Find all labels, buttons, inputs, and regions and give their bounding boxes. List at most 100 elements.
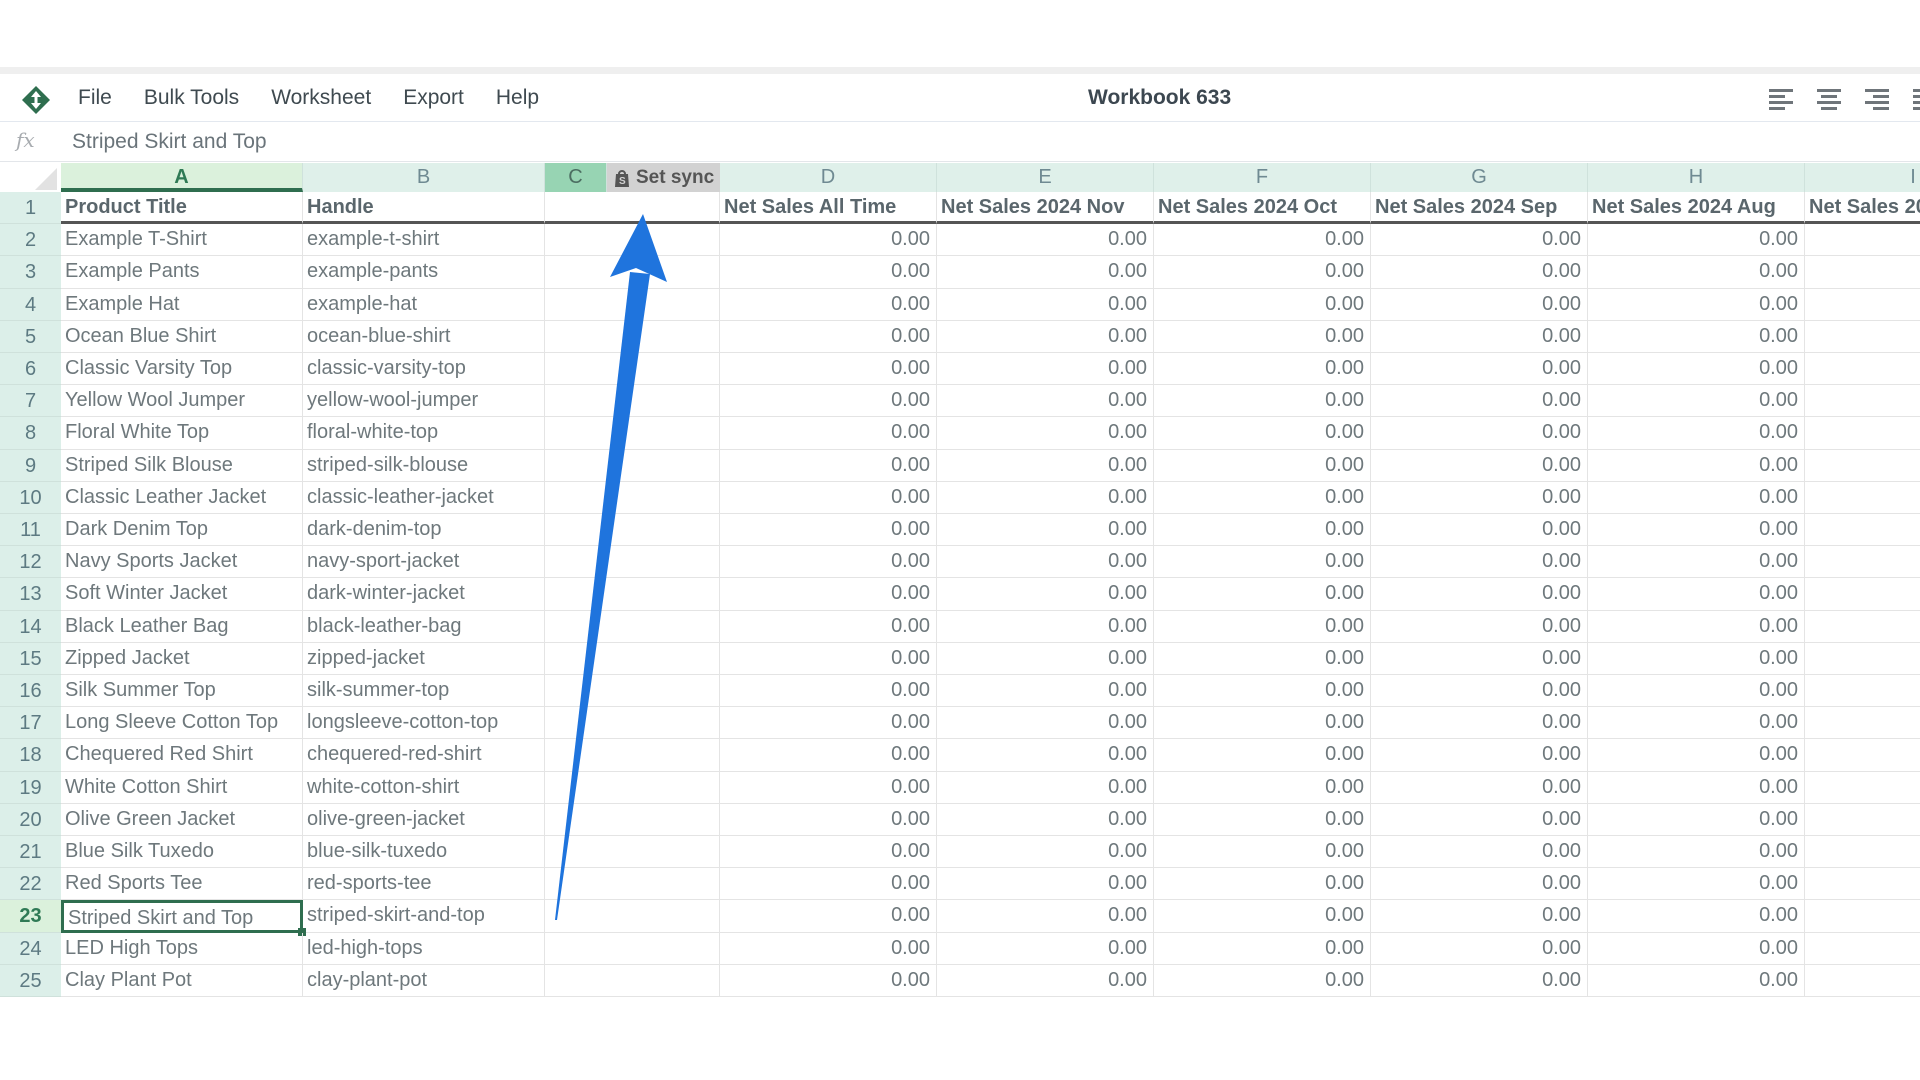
sync-cell[interactable] (545, 385, 720, 418)
set-sync-button[interactable]: S Set sync (607, 163, 720, 192)
product-title-cell[interactable]: Clay Plant Pot (61, 964, 303, 997)
net-sales-cell[interactable]: 0.00 (1154, 481, 1371, 514)
net-sales-cell[interactable] (1805, 514, 1920, 547)
handle-cell[interactable]: yellow-wool-jumper (303, 385, 545, 418)
product-title-cell[interactable]: White Cotton Shirt (61, 771, 303, 804)
sync-cell[interactable] (545, 353, 720, 386)
sync-cell[interactable] (545, 288, 720, 321)
net-sales-cell[interactable]: 0.00 (720, 417, 937, 450)
net-sales-cell[interactable]: 0.00 (937, 320, 1154, 353)
net-sales-cell[interactable]: 0.00 (1154, 771, 1371, 804)
net-sales-cell[interactable]: 0.00 (1371, 964, 1588, 997)
align-left-icon[interactable] (1768, 87, 1794, 111)
sync-cell[interactable] (545, 739, 720, 772)
net-sales-cell[interactable]: 0.00 (1588, 932, 1805, 965)
net-sales-cell[interactable]: 0.00 (1371, 449, 1588, 482)
net-sales-cell[interactable]: 0.00 (937, 417, 1154, 450)
net-sales-cell[interactable]: 0.00 (937, 224, 1154, 257)
handle-cell[interactable]: black-leather-bag (303, 610, 545, 643)
align-justify-icon[interactable] (1912, 87, 1920, 111)
handle-cell[interactable]: red-sports-tee (303, 868, 545, 901)
net-sales-cell[interactable]: 0.00 (1588, 256, 1805, 289)
net-sales-cell[interactable]: 0.00 (937, 449, 1154, 482)
handle-cell[interactable]: led-high-tops (303, 932, 545, 965)
net-sales-cell[interactable]: 0.00 (720, 964, 937, 997)
net-sales-cell[interactable] (1805, 353, 1920, 386)
net-sales-cell[interactable]: 0.00 (1371, 417, 1588, 450)
net-sales-cell[interactable]: 0.00 (1588, 868, 1805, 901)
net-sales-cell[interactable]: 0.00 (1588, 514, 1805, 547)
net-sales-cell[interactable] (1805, 289, 1920, 321)
net-sales-cell[interactable]: 0.00 (1154, 385, 1371, 418)
net-sales-cell[interactable] (1805, 578, 1920, 611)
net-sales-cell[interactable]: 0.00 (1371, 385, 1588, 418)
net-sales-cell[interactable]: 0.00 (937, 707, 1154, 740)
net-sales-cell[interactable]: 0.00 (720, 610, 937, 643)
net-sales-cell[interactable]: 0.00 (937, 481, 1154, 514)
net-sales-cell[interactable]: 0.00 (937, 288, 1154, 321)
product-title-cell[interactable]: Blue Silk Tuxedo (61, 836, 303, 869)
net-sales-cell[interactable]: 0.00 (937, 256, 1154, 289)
net-sales-cell[interactable]: 0.00 (1371, 868, 1588, 901)
sync-cell[interactable] (545, 481, 720, 514)
net-sales-cell[interactable]: 0.00 (1588, 353, 1805, 386)
net-sales-cell[interactable]: 0.00 (1154, 546, 1371, 579)
net-sales-cell[interactable]: 0.00 (937, 353, 1154, 386)
sync-cell[interactable] (545, 642, 720, 675)
row-number[interactable]: 20 (0, 803, 61, 836)
net-sales-cell[interactable]: 0.00 (720, 739, 937, 772)
row-number[interactable]: 14 (0, 610, 61, 643)
handle-cell[interactable]: dark-winter-jacket (303, 578, 545, 611)
net-sales-cell[interactable]: 0.00 (1588, 385, 1805, 418)
net-sales-cell[interactable]: 0.00 (1154, 224, 1371, 257)
sync-cell[interactable] (545, 320, 720, 353)
net-sales-cell[interactable] (1805, 224, 1920, 257)
net-sales-cell[interactable]: 0.00 (720, 546, 937, 579)
row-number[interactable]: 23 (0, 900, 61, 933)
net-sales-cell[interactable]: 0.00 (1371, 288, 1588, 321)
net-sales-cell[interactable]: 0.00 (1154, 288, 1371, 321)
net-sales-cell[interactable]: 0.00 (1588, 610, 1805, 643)
align-right-icon[interactable] (1864, 87, 1890, 111)
product-title-cell[interactable]: Yellow Wool Jumper (61, 385, 303, 418)
product-title-cell[interactable]: Red Sports Tee (61, 868, 303, 901)
net-sales-cell[interactable]: 0.00 (1154, 353, 1371, 386)
product-title-cell[interactable]: Example T-Shirt (61, 224, 303, 257)
net-sales-cell[interactable] (1805, 900, 1920, 933)
net-sales-cell[interactable] (1805, 611, 1920, 643)
net-sales-cell[interactable] (1805, 482, 1920, 514)
net-sales-cell[interactable]: 0.00 (937, 739, 1154, 772)
header-cell[interactable]: Net Sales 2024 Sep (1371, 192, 1588, 225)
net-sales-cell[interactable]: 0.00 (937, 514, 1154, 547)
net-sales-cell[interactable]: 0.00 (937, 642, 1154, 675)
product-title-cell[interactable]: Classic Leather Jacket (61, 481, 303, 514)
sync-cell[interactable] (545, 707, 720, 740)
net-sales-cell[interactable]: 0.00 (1371, 514, 1588, 547)
sync-cell[interactable] (545, 514, 720, 547)
net-sales-cell[interactable]: 0.00 (1588, 481, 1805, 514)
net-sales-cell[interactable]: 0.00 (1371, 224, 1588, 257)
net-sales-cell[interactable]: 0.00 (1154, 449, 1371, 482)
net-sales-cell[interactable]: 0.00 (720, 514, 937, 547)
net-sales-cell[interactable]: 0.00 (1588, 964, 1805, 997)
sync-cell[interactable] (545, 771, 720, 804)
header-cell[interactable]: Net Sales 20 (1805, 192, 1920, 225)
sync-cell[interactable] (545, 932, 720, 965)
handle-cell[interactable]: classic-varsity-top (303, 353, 545, 386)
column-header-b[interactable]: B (303, 163, 545, 192)
sync-cell[interactable] (545, 868, 720, 901)
net-sales-cell[interactable]: 0.00 (937, 546, 1154, 579)
net-sales-cell[interactable]: 0.00 (720, 385, 937, 418)
sync-cell[interactable] (545, 546, 720, 579)
net-sales-cell[interactable]: 0.00 (720, 868, 937, 901)
net-sales-cell[interactable] (1805, 643, 1920, 675)
formula-input[interactable] (72, 122, 1872, 162)
column-header-i[interactable]: I (1805, 163, 1920, 192)
net-sales-cell[interactable]: 0.00 (1154, 642, 1371, 675)
sync-cell[interactable] (545, 256, 720, 289)
product-title-cell[interactable]: Example Pants (61, 256, 303, 289)
row-number[interactable]: 21 (0, 836, 61, 869)
menu-bulk-tools[interactable]: Bulk Tools (144, 86, 239, 110)
row-number[interactable]: 3 (0, 256, 61, 289)
net-sales-cell[interactable]: 0.00 (1154, 739, 1371, 772)
